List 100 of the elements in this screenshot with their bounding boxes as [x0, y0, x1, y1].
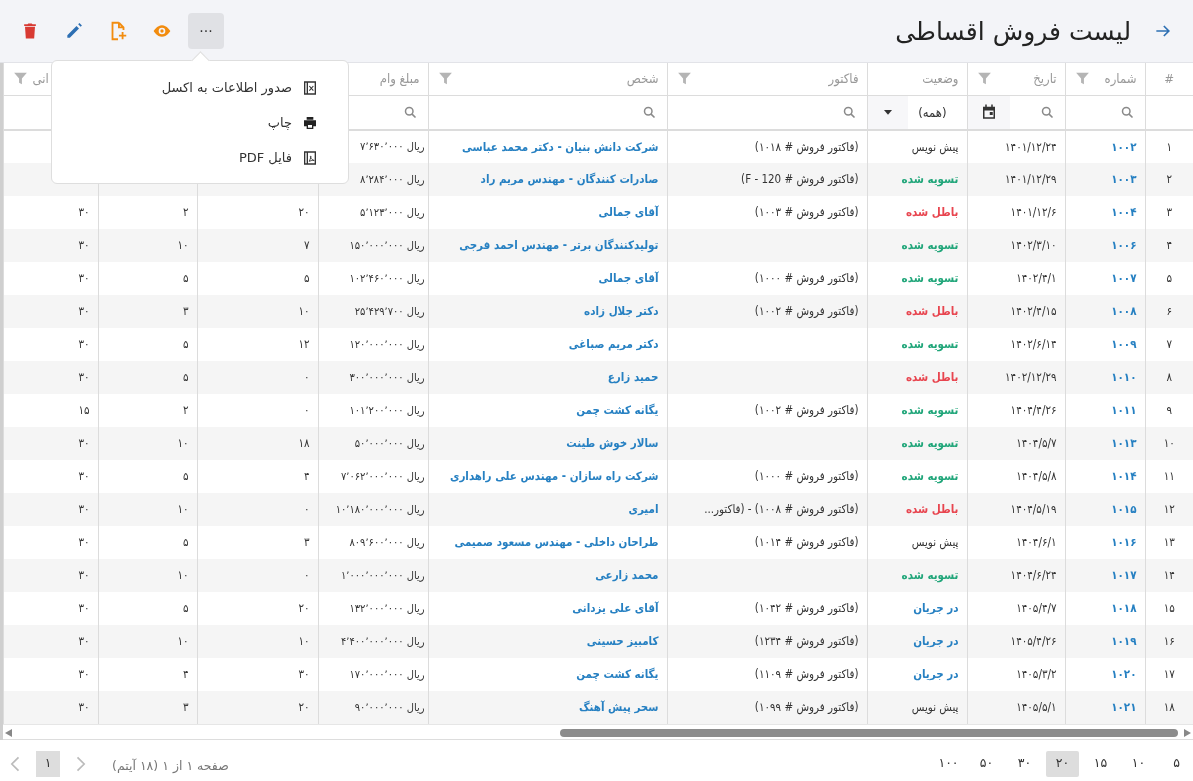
page-size-option[interactable]: ۱۰۰ — [932, 750, 965, 777]
person-link[interactable]: سالار خوش طینت — [566, 436, 659, 450]
record-number-link[interactable]: ۱۰۱۴ — [1111, 469, 1137, 483]
page-size-option[interactable]: ۵ — [1160, 750, 1193, 777]
table-cell: ۱۴۰۴/۵/۸ — [967, 459, 1065, 493]
record-number-link[interactable]: ۱۰۰۲ — [1111, 139, 1137, 154]
table-cell: (فاکتور فروش # ۱۰۴۲) — [667, 591, 867, 625]
table-cell: ۲ — [98, 195, 197, 229]
record-number-link[interactable]: ۱۰۲۰ — [1111, 667, 1137, 681]
table-cell: ۳۰ — [3, 195, 98, 229]
table-cell: ۱۴۰۲/۱۲/۲۹ — [967, 360, 1065, 394]
person-link[interactable]: سحر پیش آهنگ — [578, 700, 659, 714]
person-link[interactable]: یگانه کشت چمن — [576, 403, 659, 417]
record-number-link[interactable]: ۱۰۰۳ — [1111, 172, 1137, 186]
table-cell: ۱۲ — [197, 327, 318, 361]
table-cell: ۰ — [197, 360, 318, 394]
table-cell: ۱۵ — [3, 393, 98, 427]
table-cell: ۱۴۰۱/۱۲/۲۴ — [967, 129, 1065, 163]
table-cell: ۱۴۰۲/۶/۱۴ — [967, 327, 1065, 361]
person-link[interactable]: طراحان داخلی - مهندس مسعود صمیمی — [454, 535, 659, 549]
person-link[interactable]: آقای جمالی — [598, 205, 659, 219]
page-size-option[interactable]: ۱۵ — [1084, 750, 1117, 777]
column-header: شخص — [626, 71, 659, 87]
record-number-link[interactable]: ۱۰۱۳ — [1111, 436, 1137, 450]
table-cell: ۳۰ — [3, 492, 98, 526]
filter-dropdown[interactable]: (همه) — [868, 95, 967, 128]
table-cell: ریال ۱٬۰۰۰٬۰۰۰٬۰۰۰ — [318, 558, 428, 592]
person-link[interactable]: دکتر مریم صباغی — [568, 337, 659, 351]
table-cell: ۳۰ — [3, 459, 98, 493]
person-link[interactable]: دکتر جلال زاده — [584, 304, 659, 318]
person-link[interactable]: کامبیز حسینی — [586, 634, 659, 648]
table-cell: ۱۴۰۲/۳/۱۰ — [967, 228, 1065, 262]
record-number-link[interactable]: ۱۰۱۵ — [1111, 502, 1137, 516]
column-header: فاکتور — [828, 71, 859, 87]
table-cell: (فاکتور فروش # ۱۰۱۸) — [667, 129, 867, 163]
table-cell: ۱۰ — [197, 294, 318, 328]
record-number-link[interactable]: ۱۰۱۱ — [1111, 403, 1137, 417]
table-cell: ۷ — [1145, 327, 1193, 361]
table-cell: ۳ — [197, 525, 318, 559]
table-cell: ریال ۲۵٬۴۲۹٬۷۰۰ — [318, 294, 428, 328]
person-link[interactable]: محمد زارعی — [595, 568, 659, 582]
table-cell: ۱۰ — [98, 624, 197, 658]
table-cell: (فاکتور فروش # ۱۰۰۲) — [667, 294, 867, 328]
table-cell: ریال ۱۷۰٬۰۰۰٬۰۰۰ — [318, 657, 428, 691]
table-cell: ۵ — [98, 327, 197, 361]
record-number-link[interactable]: ۱۰۲۱ — [1111, 700, 1137, 714]
table-cell: ۳۰ — [3, 624, 98, 658]
table-cell: ریال ۱۳۲٬۰۰۰٬۰۰۰ — [318, 591, 428, 625]
table-cell: ۵ — [98, 360, 197, 394]
table-cell: ۳۰ — [3, 591, 98, 625]
record-number-link[interactable]: ۱۰۱۶ — [1111, 535, 1137, 549]
more-button[interactable]: ··· — [188, 13, 224, 49]
status-text: در جریان — [867, 591, 967, 625]
column-header: مبلغ وام — [379, 71, 420, 87]
table-cell: ۵ — [98, 591, 197, 625]
person-link[interactable]: آقای علی یزدانی — [572, 601, 659, 615]
table-cell: ریال ۵٬۱۲۳٬۰۰۰ — [318, 195, 428, 229]
page-size-option[interactable]: ۳۰ — [1008, 750, 1041, 777]
table-cell: ۰ — [197, 393, 318, 427]
table-cell: ۱۴۰۴/۶/۱ — [967, 525, 1065, 559]
table-cell: ریال ۸۰۹٬۶۰۰٬۰۰۰ — [318, 525, 428, 559]
status-text: در جریان — [867, 657, 967, 691]
person-link[interactable]: شرکت راه سازان - مهندس علی راهداری — [449, 469, 659, 483]
record-number-link[interactable]: ۱۰۱۸ — [1111, 601, 1137, 615]
table-cell: ۲۰ — [197, 195, 318, 229]
record-number-link[interactable]: ۱۰۰۹ — [1111, 337, 1137, 351]
record-number-link[interactable]: ۱۰۰۶ — [1111, 238, 1137, 252]
record-number-link[interactable]: ۱۰۱۰ — [1111, 370, 1137, 384]
column-header: وضعیت — [922, 71, 959, 87]
page-button[interactable]: ۱ — [36, 750, 60, 777]
status-text: تسویه شده — [867, 459, 967, 493]
table-cell: ۱۰ — [1145, 426, 1193, 460]
table-cell: ۵ — [98, 459, 197, 493]
person-link[interactable]: آقای جمالی — [598, 271, 659, 285]
record-number-link[interactable]: ۱۰۰۸ — [1111, 304, 1137, 318]
table-cell: ۴ — [98, 657, 197, 691]
person-link[interactable]: یگانه کشت چمن — [576, 667, 659, 681]
table-cell: ۶ — [1145, 294, 1193, 328]
person-link[interactable]: امیری — [628, 502, 659, 516]
status-text: تسویه شده — [867, 162, 967, 196]
table-cell: ۱۴۰۲/۴/۱۵ — [967, 294, 1065, 328]
person-link[interactable]: شرکت دانش بنیان - دکتر محمد عباسی — [462, 139, 659, 154]
table-cell: ریال ۵۰٬۰۰۰٬۰۰۰ — [318, 426, 428, 460]
menu-item[interactable]: صدور اطلاعات به اکسل — [52, 70, 348, 105]
table-cell: ۳۰ — [3, 360, 98, 394]
page-size-option[interactable]: ۵۰ — [970, 750, 1003, 777]
person-link[interactable]: حمید زارع — [607, 370, 659, 384]
table-cell: ۱۶ — [1145, 624, 1193, 658]
column-header: # — [1164, 71, 1175, 87]
record-number-link[interactable]: ۱۰۰۷ — [1111, 271, 1137, 285]
record-number-link[interactable]: ۱۰۰۴ — [1111, 205, 1137, 219]
table-cell: ۳ — [1145, 195, 1193, 229]
table-cell: ریال ۹۰٬۰۰۰٬۰۰۰ — [318, 690, 428, 724]
record-number-link[interactable]: ۱۰۱۷ — [1111, 568, 1137, 582]
page-size-option[interactable]: ۱۰ — [1122, 750, 1155, 777]
status-text: پیش نویس — [867, 525, 967, 559]
page-size-option[interactable]: ۲۰ — [1046, 750, 1079, 777]
table-cell: ۱۵ — [1145, 591, 1193, 625]
status-text: تسویه شده — [867, 327, 967, 361]
record-number-link[interactable]: ۱۰۱۹ — [1111, 634, 1137, 648]
